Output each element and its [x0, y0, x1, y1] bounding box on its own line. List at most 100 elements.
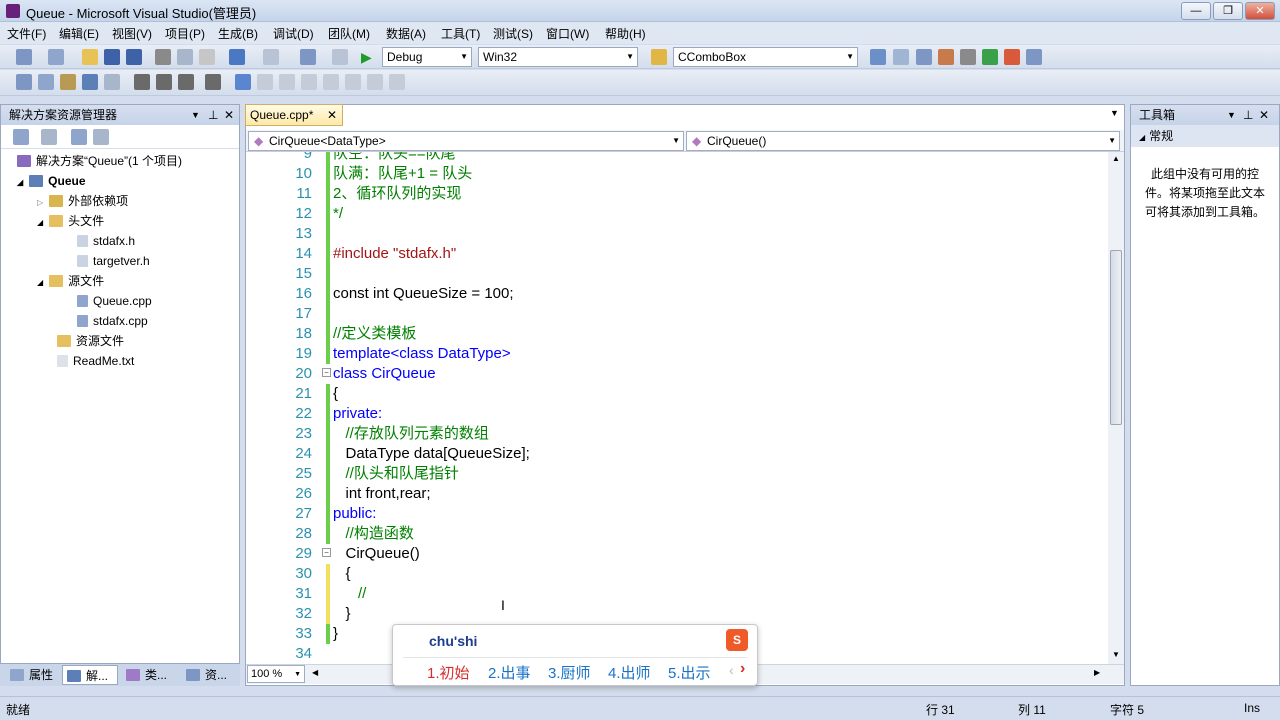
- tree-file-stdafx-h[interactable]: stdafx.h: [77, 231, 135, 251]
- solution-explorer-icon[interactable]: [870, 49, 886, 65]
- scroll-down-icon[interactable]: ▼: [1112, 650, 1120, 659]
- tab-properties[interactable]: 属性: [6, 665, 60, 685]
- scrollbar-thumb[interactable]: [1110, 250, 1122, 425]
- cut-icon[interactable]: [155, 49, 171, 65]
- previous-page-icon[interactable]: ‹: [729, 662, 734, 678]
- object-browser-icon[interactable]: [916, 49, 932, 65]
- previous-bookmark-icon[interactable]: [235, 74, 251, 90]
- find-combo[interactable]: CComboBox ▼: [673, 47, 858, 67]
- save-icon[interactable]: [104, 49, 120, 65]
- menu-team[interactable]: 团队(M): [328, 25, 370, 42]
- menu-test[interactable]: 测试(S): [493, 25, 533, 42]
- scroll-up-icon[interactable]: ▲: [1112, 154, 1120, 163]
- view-class-diagram-icon[interactable]: [93, 129, 109, 145]
- menu-build[interactable]: 生成(B): [218, 25, 258, 42]
- menu-view[interactable]: 视图(V): [112, 25, 152, 42]
- solution-platform-combo[interactable]: Win32 ▼: [478, 47, 638, 67]
- properties-icon[interactable]: [893, 49, 909, 65]
- new-project-icon[interactable]: [16, 49, 32, 65]
- display-object-member-list-icon[interactable]: [16, 74, 32, 90]
- scroll-left-icon[interactable]: ◀: [312, 668, 318, 677]
- quick-info-icon[interactable]: [60, 74, 76, 90]
- expanded-arrow-icon[interactable]: ◢: [37, 218, 43, 227]
- dropdown-icon[interactable]: ▼: [191, 105, 200, 125]
- previous-bookmark-in-folder-icon[interactable]: [279, 74, 295, 90]
- close-tab-icon[interactable]: ✕: [327, 105, 337, 125]
- expanded-arrow-icon[interactable]: ◢: [17, 178, 23, 187]
- menu-project[interactable]: 项目(P): [165, 25, 205, 42]
- panel-close-icon[interactable]: ✕: [224, 105, 234, 125]
- tree-solution[interactable]: 解决方案“Queue”(1 个项目): [17, 151, 182, 171]
- tree-file-readme[interactable]: ReadMe.txt: [57, 351, 134, 371]
- navigate-backward-icon[interactable]: [300, 49, 316, 65]
- parameter-info-icon[interactable]: [38, 74, 54, 90]
- member-combo[interactable]: ◆ CirQueue() ▼: [686, 131, 1120, 151]
- collapsed-arrow-icon[interactable]: ▷: [37, 198, 43, 207]
- toolbar-options-icon[interactable]: [389, 74, 405, 90]
- comment-out-icon[interactable]: [156, 74, 172, 90]
- paste-icon[interactable]: [199, 49, 215, 65]
- indent-icon[interactable]: [134, 74, 150, 90]
- menu-help[interactable]: 帮助(H): [605, 25, 646, 42]
- maximize-button[interactable]: ❐: [1213, 2, 1243, 20]
- complete-word-icon[interactable]: [82, 74, 98, 90]
- tree-file-targetver-h[interactable]: targetver.h: [77, 251, 150, 271]
- menu-file[interactable]: 文件(F): [7, 25, 46, 42]
- redo-icon[interactable]: [263, 49, 279, 65]
- properties-icon[interactable]: [13, 129, 29, 145]
- tree-project[interactable]: ◢ Queue: [17, 171, 86, 191]
- tree-file-queue-cpp[interactable]: Queue.cpp: [77, 291, 152, 311]
- menu-data[interactable]: 数据(A): [386, 25, 426, 42]
- code-text-area[interactable]: 9 队空：队头==队尾 10 队满：队尾+1 = 队头 11 2、循环队列的实现 12…: [246, 152, 1108, 664]
- copy-icon[interactable]: [177, 49, 193, 65]
- toolbox-group-general[interactable]: ◢ 常规: [1131, 125, 1279, 147]
- menu-window[interactable]: 窗口(W): [546, 25, 589, 42]
- undo-icon[interactable]: [229, 49, 245, 65]
- find-in-files-icon[interactable]: [651, 49, 667, 65]
- tab-class-view[interactable]: 类...: [122, 665, 178, 685]
- tools-icon[interactable]: [960, 49, 976, 65]
- next-bookmark-icon[interactable]: [257, 74, 273, 90]
- next-bookmark-in-folder-icon[interactable]: [301, 74, 317, 90]
- show-all-files-icon[interactable]: [41, 129, 57, 145]
- start-debugging-icon[interactable]: ▶: [361, 49, 377, 65]
- next-bookmark-in-document-icon[interactable]: [345, 74, 361, 90]
- extension-manager-icon[interactable]: [1004, 49, 1020, 65]
- ime-candidate[interactable]: 3.厨师: [548, 662, 591, 683]
- uncomment-icon[interactable]: [178, 74, 194, 90]
- ime-candidate[interactable]: 1.初始: [427, 662, 470, 683]
- tab-solution-explorer[interactable]: 解...: [62, 665, 118, 685]
- tree-external-dependencies[interactable]: ▷ 外部依赖项: [37, 191, 128, 211]
- tree-source-files[interactable]: ◢ 源文件: [37, 271, 104, 291]
- toolbox-icon[interactable]: [938, 49, 954, 65]
- zoom-combo[interactable]: 100 % ▼: [247, 665, 305, 683]
- outdent-icon[interactable]: [104, 74, 120, 90]
- menu-tools[interactable]: 工具(T): [441, 25, 480, 42]
- pin-icon[interactable]: ⊥: [1243, 105, 1253, 125]
- tree-resource-files[interactable]: 资源文件: [57, 331, 124, 351]
- dropdown-icon[interactable]: ▼: [1227, 105, 1236, 125]
- clear-bookmarks-icon[interactable]: [367, 74, 383, 90]
- close-button[interactable]: ✕: [1245, 2, 1275, 20]
- ime-candidate[interactable]: 5.出示: [668, 662, 711, 683]
- menu-edit[interactable]: 编辑(E): [59, 25, 99, 42]
- tree-header-files[interactable]: ◢ 头文件: [37, 211, 104, 231]
- active-files-dropdown-icon[interactable]: ▼: [1110, 108, 1119, 118]
- scroll-right-icon[interactable]: ▶: [1094, 668, 1100, 677]
- document-tab[interactable]: Queue.cpp* ✕: [245, 104, 343, 126]
- save-all-icon[interactable]: [126, 49, 142, 65]
- collapse-icon[interactable]: −: [322, 368, 331, 377]
- minimize-button[interactable]: —: [1181, 2, 1211, 20]
- open-file-icon[interactable]: [82, 49, 98, 65]
- ime-candidate[interactable]: 2.出事: [488, 662, 531, 683]
- expanded-arrow-icon[interactable]: ◢: [37, 278, 43, 287]
- tree-file-stdafx-cpp[interactable]: stdafx.cpp: [77, 311, 148, 331]
- navigate-forward-icon[interactable]: [332, 49, 348, 65]
- toggle-bookmark-icon[interactable]: [205, 74, 221, 90]
- tab-resource-view[interactable]: 资...: [182, 665, 238, 685]
- previous-bookmark-in-document-icon[interactable]: [323, 74, 339, 90]
- view-code-icon[interactable]: [71, 129, 87, 145]
- pin-icon[interactable]: ⊥: [208, 105, 218, 125]
- menu-debug[interactable]: 调试(D): [273, 25, 314, 42]
- start-page-icon[interactable]: [982, 49, 998, 65]
